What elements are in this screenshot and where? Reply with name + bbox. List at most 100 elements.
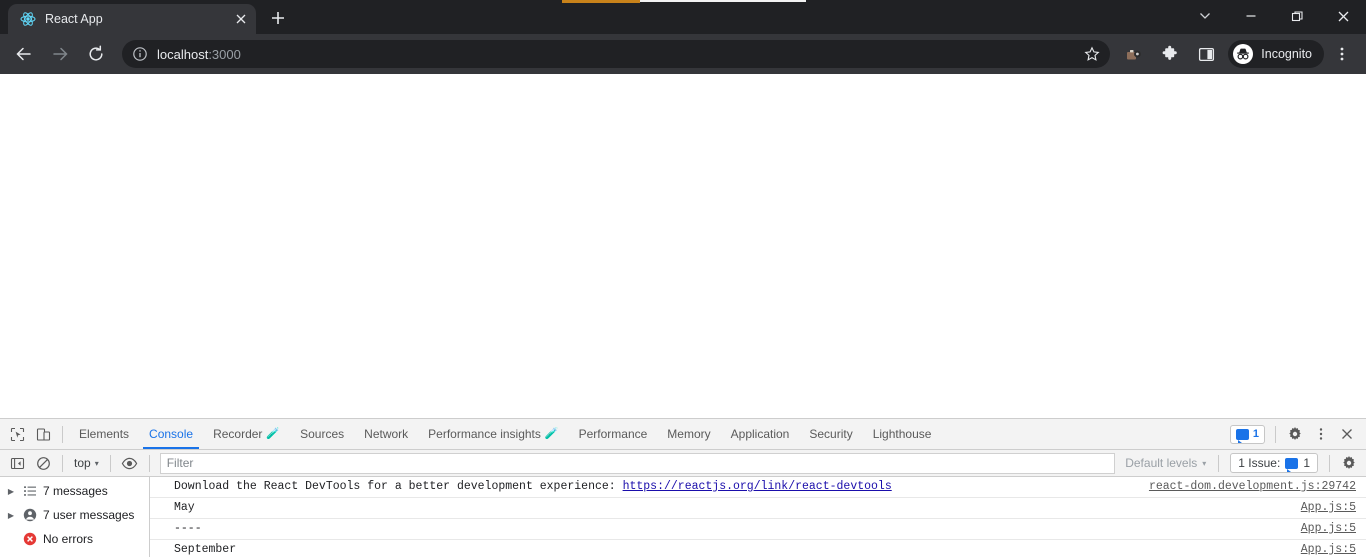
chevron-down-icon: ▾ (94, 458, 99, 468)
tab-label: Recorder (213, 427, 263, 441)
bookmark-star-icon[interactable] (1080, 42, 1104, 66)
tab-network[interactable]: Network (354, 419, 418, 449)
error-circle-icon (22, 532, 37, 547)
console-message-text: September (174, 543, 237, 556)
search-input[interactable] (159, 452, 1116, 474)
list-icon (22, 484, 37, 499)
message-source-link[interactable]: App.js:5 (1301, 500, 1360, 516)
side-panel-icon[interactable] (1191, 39, 1221, 69)
forward-button[interactable] (45, 39, 75, 69)
experiment-flask-icon: 🧪 (544, 427, 559, 440)
levels-label: Default levels (1125, 456, 1198, 470)
gear-icon[interactable] (1282, 422, 1308, 447)
divider (1275, 425, 1276, 443)
incognito-indicator[interactable]: Incognito (1228, 40, 1324, 68)
back-button[interactable] (9, 39, 39, 69)
tab-close-button[interactable] (232, 10, 250, 28)
tab-application[interactable]: Application (721, 419, 800, 449)
reload-button[interactable] (81, 39, 111, 69)
extension-briefcase-icon[interactable] (1119, 39, 1149, 69)
tab-performance[interactable]: Performance (569, 419, 658, 449)
tab-label: Security (809, 427, 853, 441)
address-bar[interactable]: localhost:3000 (122, 40, 1111, 68)
tab-console[interactable]: Console (139, 419, 203, 449)
tab-recorder[interactable]: Recorder 🧪 (203, 419, 290, 449)
divider (109, 454, 111, 472)
devtools-tabbar-actions: 1 (1226, 422, 1362, 447)
browser-toolbar: localhost:3000 Incognito (0, 34, 1366, 74)
tab-search-button[interactable] (1182, 0, 1228, 32)
clear-console-icon[interactable] (30, 451, 56, 476)
devtools-tabbar: Elements Console Recorder 🧪 Sources Netw… (0, 419, 1366, 450)
tab-elements[interactable]: Elements (69, 419, 139, 449)
url-host: localhost (157, 46, 209, 62)
message-count-badge[interactable]: 1 (1229, 424, 1265, 444)
execution-context-selector[interactable]: top ▾ (69, 453, 104, 474)
browser-tab-react-app[interactable]: React App (8, 4, 256, 34)
extensions-puzzle-icon[interactable] (1155, 39, 1185, 69)
console-message-row[interactable]: ---- App.js:5 (150, 519, 1366, 540)
console-message-text: Download the React DevTools for a better… (174, 479, 1135, 495)
log-levels-selector[interactable]: Default levels ▾ (1119, 456, 1212, 470)
context-label: top (74, 456, 91, 470)
console-message-row[interactable]: Download the React DevTools for a better… (150, 477, 1366, 498)
message-source-link[interactable]: App.js:5 (1301, 542, 1360, 557)
minimize-button[interactable] (1228, 0, 1274, 32)
sidebar-item-warnings[interactable]: ▶ No warnings (0, 551, 149, 557)
tab-lighthouse[interactable]: Lighthouse (863, 419, 942, 449)
tab-sources[interactable]: Sources (290, 419, 354, 449)
browser-window: React App localhost:3000 Incognito Eleme… (0, 0, 1366, 557)
url-port: :3000 (208, 46, 241, 62)
console-message-row[interactable]: September App.js:5 (150, 540, 1366, 557)
sidebar-item-label: No errors (43, 532, 94, 546)
console-settings-gear-icon[interactable] (1336, 451, 1362, 476)
sidebar-item-label: 7 messages (43, 484, 108, 498)
toolbar-right-actions: Incognito (1116, 39, 1360, 69)
console-message-text: ---- (174, 522, 202, 535)
new-tab-button[interactable] (264, 4, 292, 32)
tab-performance-insights[interactable]: Performance insights 🧪 (418, 419, 568, 449)
message-count: 1 (1252, 428, 1259, 440)
sidebar-item-user-messages[interactable]: ▶ 7 user messages (0, 503, 149, 527)
live-expression-eye-icon[interactable] (117, 451, 143, 476)
divider (62, 454, 63, 472)
chevron-right-icon[interactable]: ▶ (6, 511, 16, 520)
message-source-link[interactable]: App.js:5 (1301, 521, 1360, 537)
inspect-element-icon[interactable] (4, 422, 30, 447)
incognito-label: Incognito (1261, 47, 1312, 61)
console-message-text: May (174, 501, 195, 514)
issues-counter-button[interactable]: 1 Issue: 1 (1230, 453, 1318, 473)
console-sidebar-toggle-icon[interactable] (4, 451, 30, 476)
user-circle-icon (22, 508, 37, 523)
react-logo-icon (20, 11, 36, 27)
experiment-flask-icon: 🧪 (266, 427, 281, 440)
chevron-down-icon: ▾ (1202, 458, 1207, 468)
console-message-list[interactable]: Download the React DevTools for a better… (150, 477, 1366, 557)
message-link[interactable]: https://reactjs.org/link/react-devtools (623, 480, 892, 493)
device-toolbar-icon[interactable] (30, 422, 56, 447)
tab-label: Memory (667, 427, 711, 441)
chevron-right-icon[interactable]: ▶ (6, 487, 16, 496)
tab-security[interactable]: Security (799, 419, 862, 449)
divider (62, 425, 63, 443)
page-viewport[interactable] (0, 74, 1366, 418)
tab-title: React App (45, 12, 103, 26)
maximize-button[interactable] (1274, 0, 1320, 32)
chrome-menu-button[interactable] (1327, 39, 1357, 69)
info-circle-icon[interactable] (132, 46, 148, 62)
tab-label: Console (149, 427, 194, 441)
sidebar-item-messages[interactable]: ▶ 7 messages (0, 479, 149, 503)
console-message-row[interactable]: May App.js:5 (150, 498, 1366, 519)
devtools-more-button[interactable] (1308, 422, 1334, 447)
window-controls (1182, 0, 1366, 32)
tab-label: Elements (79, 427, 130, 441)
sidebar-item-label: 7 user messages (43, 508, 135, 522)
tab-label: Lighthouse (872, 427, 932, 441)
console-filter-bar: top ▾ Default levels ▾ 1 Issue: 1 (0, 450, 1366, 477)
divider (148, 454, 150, 472)
close-window-button[interactable] (1320, 0, 1366, 32)
devtools-close-button[interactable] (1334, 422, 1360, 447)
sidebar-item-errors[interactable]: ▶ No errors (0, 527, 149, 551)
tab-memory[interactable]: Memory (657, 419, 720, 449)
message-source-link[interactable]: react-dom.development.js:29742 (1149, 479, 1360, 495)
